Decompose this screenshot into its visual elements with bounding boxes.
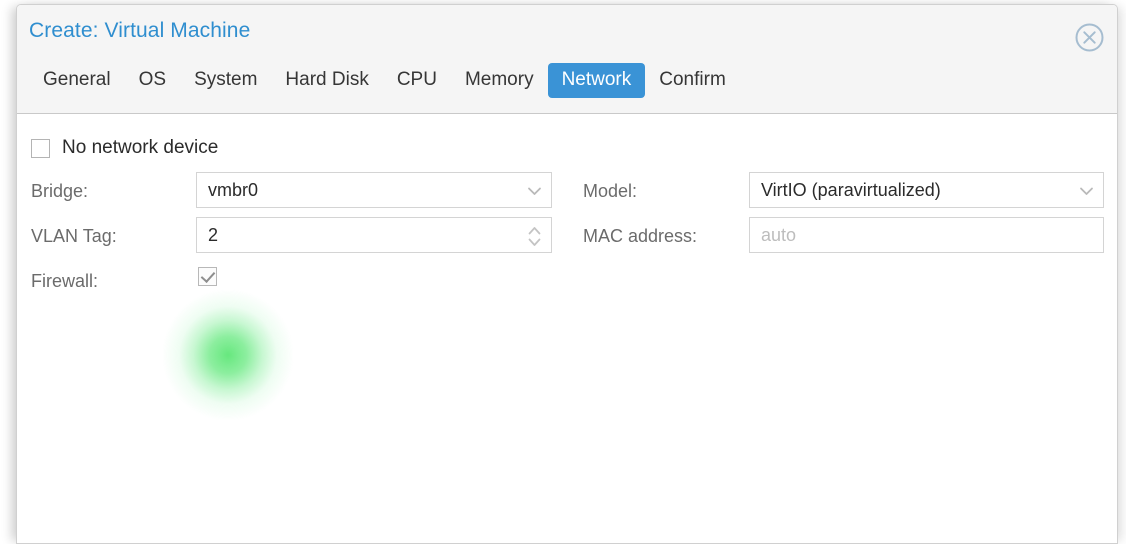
tab-hard-disk[interactable]: Hard Disk	[271, 63, 382, 98]
mac-address-input[interactable]: auto	[749, 217, 1104, 253]
spinner-updown-icon[interactable]	[527, 224, 542, 249]
tab-network[interactable]: Network	[547, 62, 646, 98]
dialog-title: Create: Virtual Machine	[29, 19, 251, 42]
tab-cpu[interactable]: CPU	[383, 63, 451, 98]
bridge-value: vmbr0	[208, 180, 259, 200]
form-row-bridge-model: Bridge: vmbr0 Model: VirtIO (paravirtual…	[17, 172, 1117, 217]
no-network-device-row: No network device	[31, 137, 218, 159]
tab-general[interactable]: General	[29, 63, 125, 98]
vlan-tag-input[interactable]: 2	[196, 217, 552, 253]
mac-address-label: MAC address:	[583, 226, 698, 246]
wizard-tabbar: General OS System Hard Disk CPU Memory N…	[29, 58, 740, 102]
chevron-down-icon	[1079, 184, 1094, 196]
bridge-select[interactable]: vmbr0	[196, 172, 552, 208]
form-row-vlan-mac: VLAN Tag: 2 MAC address: auto	[17, 217, 1117, 262]
close-icon[interactable]	[1073, 21, 1106, 54]
bridge-label: Bridge:	[31, 181, 89, 201]
no-network-device-label: No network device	[62, 137, 219, 158]
network-form: Bridge: vmbr0 Model: VirtIO (paravirtual…	[17, 172, 1117, 307]
tab-os[interactable]: OS	[125, 63, 180, 98]
model-value: VirtIO (paravirtualized)	[761, 180, 941, 200]
vlan-tag-value: 2	[208, 225, 219, 245]
click-highlight	[162, 289, 294, 421]
model-select[interactable]: VirtIO (paravirtualized)	[749, 172, 1104, 208]
dialog-header: Create: Virtual Machine General OS Syste…	[17, 5, 1117, 114]
network-tab-panel: No network device Bridge: vmbr0 Model: V…	[17, 114, 1117, 543]
tab-system[interactable]: System	[180, 63, 271, 98]
model-label: Model:	[583, 181, 638, 201]
tab-memory[interactable]: Memory	[451, 63, 548, 98]
chevron-down-icon	[527, 184, 542, 196]
create-virtual-machine-dialog: Create: Virtual Machine General OS Syste…	[16, 4, 1118, 544]
tab-confirm[interactable]: Confirm	[645, 63, 740, 98]
no-network-device-checkbox[interactable]	[31, 138, 50, 158]
mac-address-placeholder: auto	[761, 225, 797, 245]
vlan-tag-label: VLAN Tag:	[31, 226, 117, 246]
form-row-firewall: Firewall:	[17, 262, 1117, 307]
firewall-checkbox[interactable]	[198, 267, 217, 286]
firewall-label: Firewall:	[31, 271, 99, 291]
